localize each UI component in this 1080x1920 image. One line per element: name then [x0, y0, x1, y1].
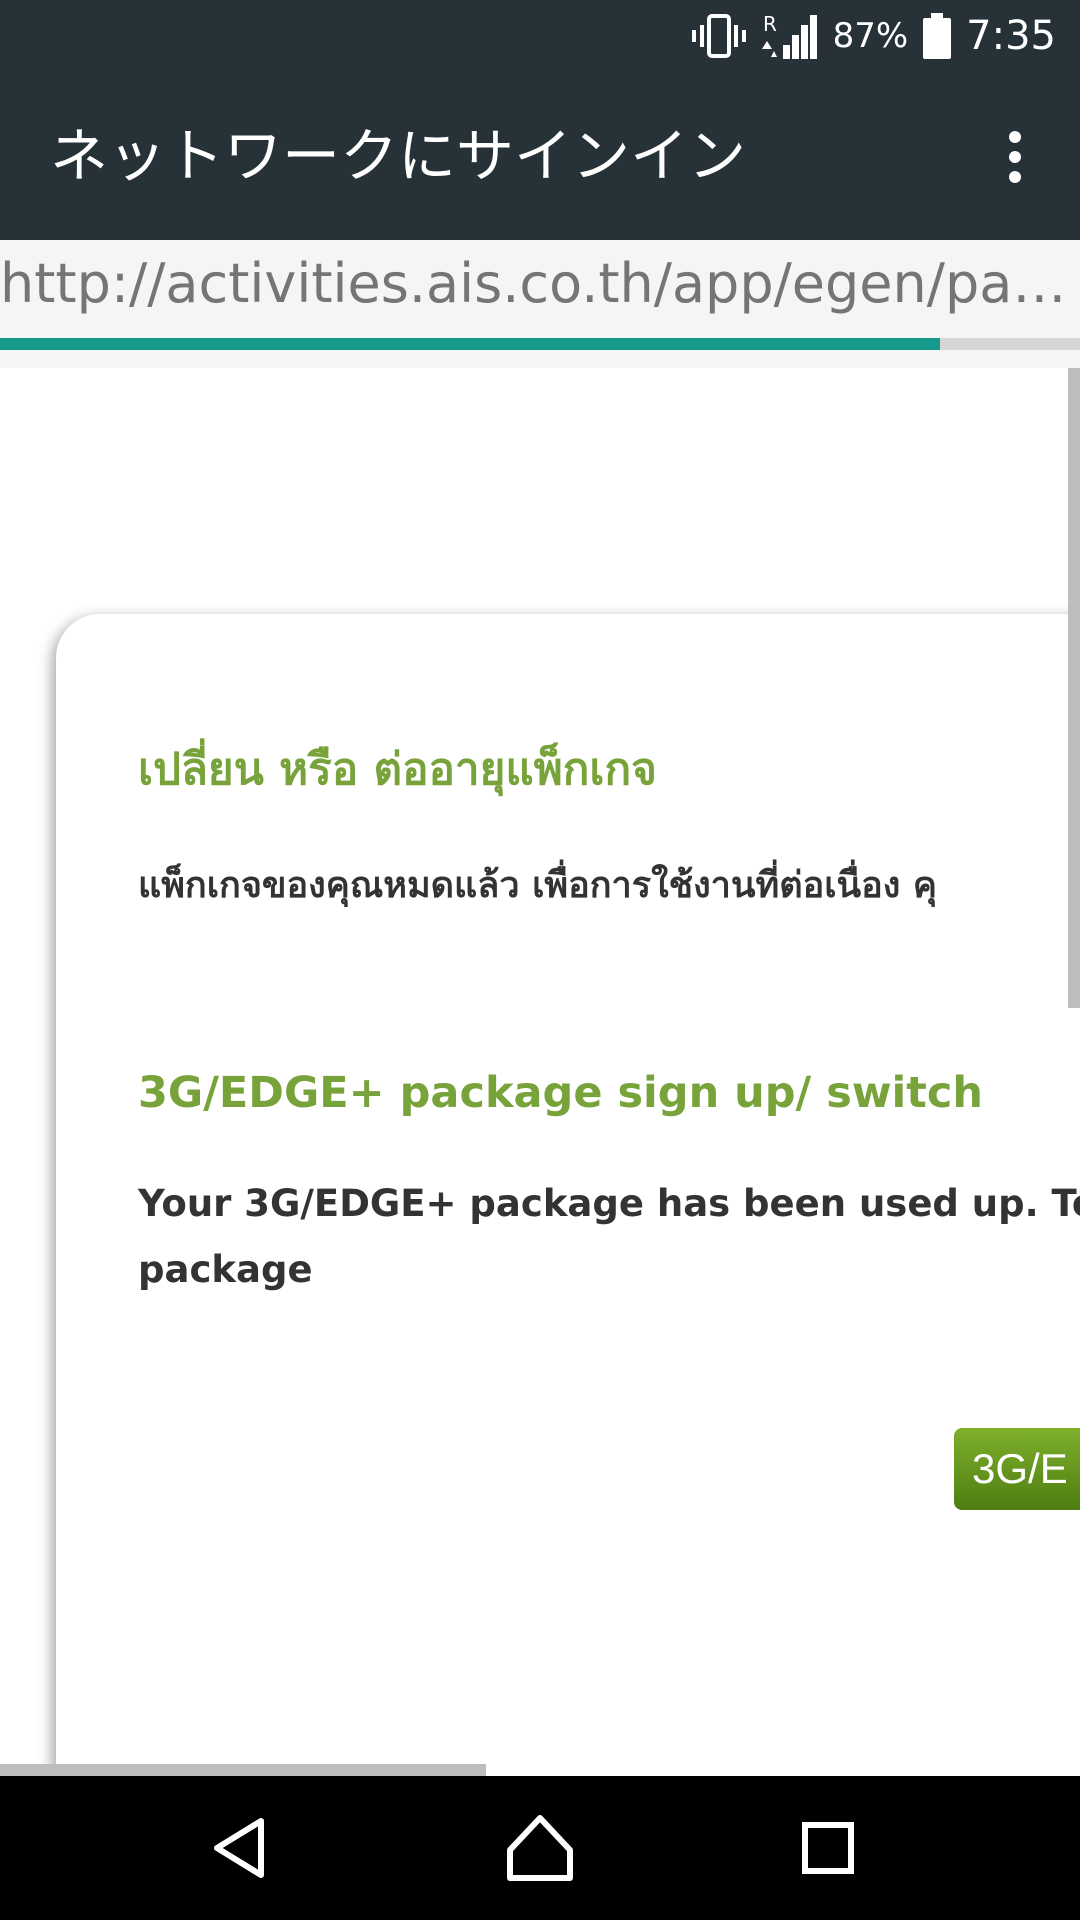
url-text: http://activities.ais.co.th/app/egen/pa…	[0, 252, 1067, 315]
heading-thai: เปลี่ยน หรือ ต่ออายุแพ็กเกจ	[138, 744, 657, 795]
battery-percent: 87%	[832, 16, 909, 56]
body-thai: แพ็กเกจของคุณหมดแล้ว เพื่อการใช้งานที่ต่…	[138, 865, 937, 906]
recents-icon[interactable]	[778, 1798, 878, 1898]
body-english-line2: package	[138, 1248, 313, 1291]
home-icon[interactable]	[490, 1798, 590, 1898]
status-icons: R 87% 7:35	[691, 0, 1056, 72]
status-time: 7:35	[966, 13, 1056, 59]
heading-english: 3G/EDGE+ package sign up/ switch	[138, 1068, 983, 1118]
app-title: ネットワークにサインイン	[50, 122, 747, 190]
menu-dot	[1009, 171, 1021, 183]
vertical-scrollbar[interactable]	[1068, 368, 1080, 1008]
package-button[interactable]: 3G/E	[954, 1428, 1080, 1510]
menu-dot	[1009, 151, 1021, 163]
roaming-indicator: R	[763, 12, 777, 36]
web-content: เปลี่ยน หรือ ต่ออายุแพ็กเกจ แพ็กเกจของคุ…	[0, 368, 1080, 1776]
progress-fill	[0, 338, 940, 350]
vibrate-icon	[691, 13, 747, 59]
more-vert-icon[interactable]	[980, 112, 1050, 202]
navigation-bar	[0, 1776, 1080, 1920]
url-bar: http://activities.ais.co.th/app/egen/pa…	[0, 240, 1080, 338]
url-bar-bottom	[0, 350, 1080, 368]
status-bar: R 87% 7:35	[0, 0, 1080, 72]
app-bar: ネットワークにサインイン	[0, 72, 1080, 240]
horizontal-scrollbar[interactable]	[0, 1764, 486, 1776]
back-icon[interactable]	[190, 1798, 290, 1898]
body-english-line1: Your 3G/EDGE+ package has been used up. …	[138, 1182, 1080, 1225]
battery-icon	[922, 13, 952, 59]
signal-icon: R	[761, 11, 819, 61]
menu-dot	[1009, 131, 1021, 143]
page-load-progress	[0, 338, 1080, 350]
